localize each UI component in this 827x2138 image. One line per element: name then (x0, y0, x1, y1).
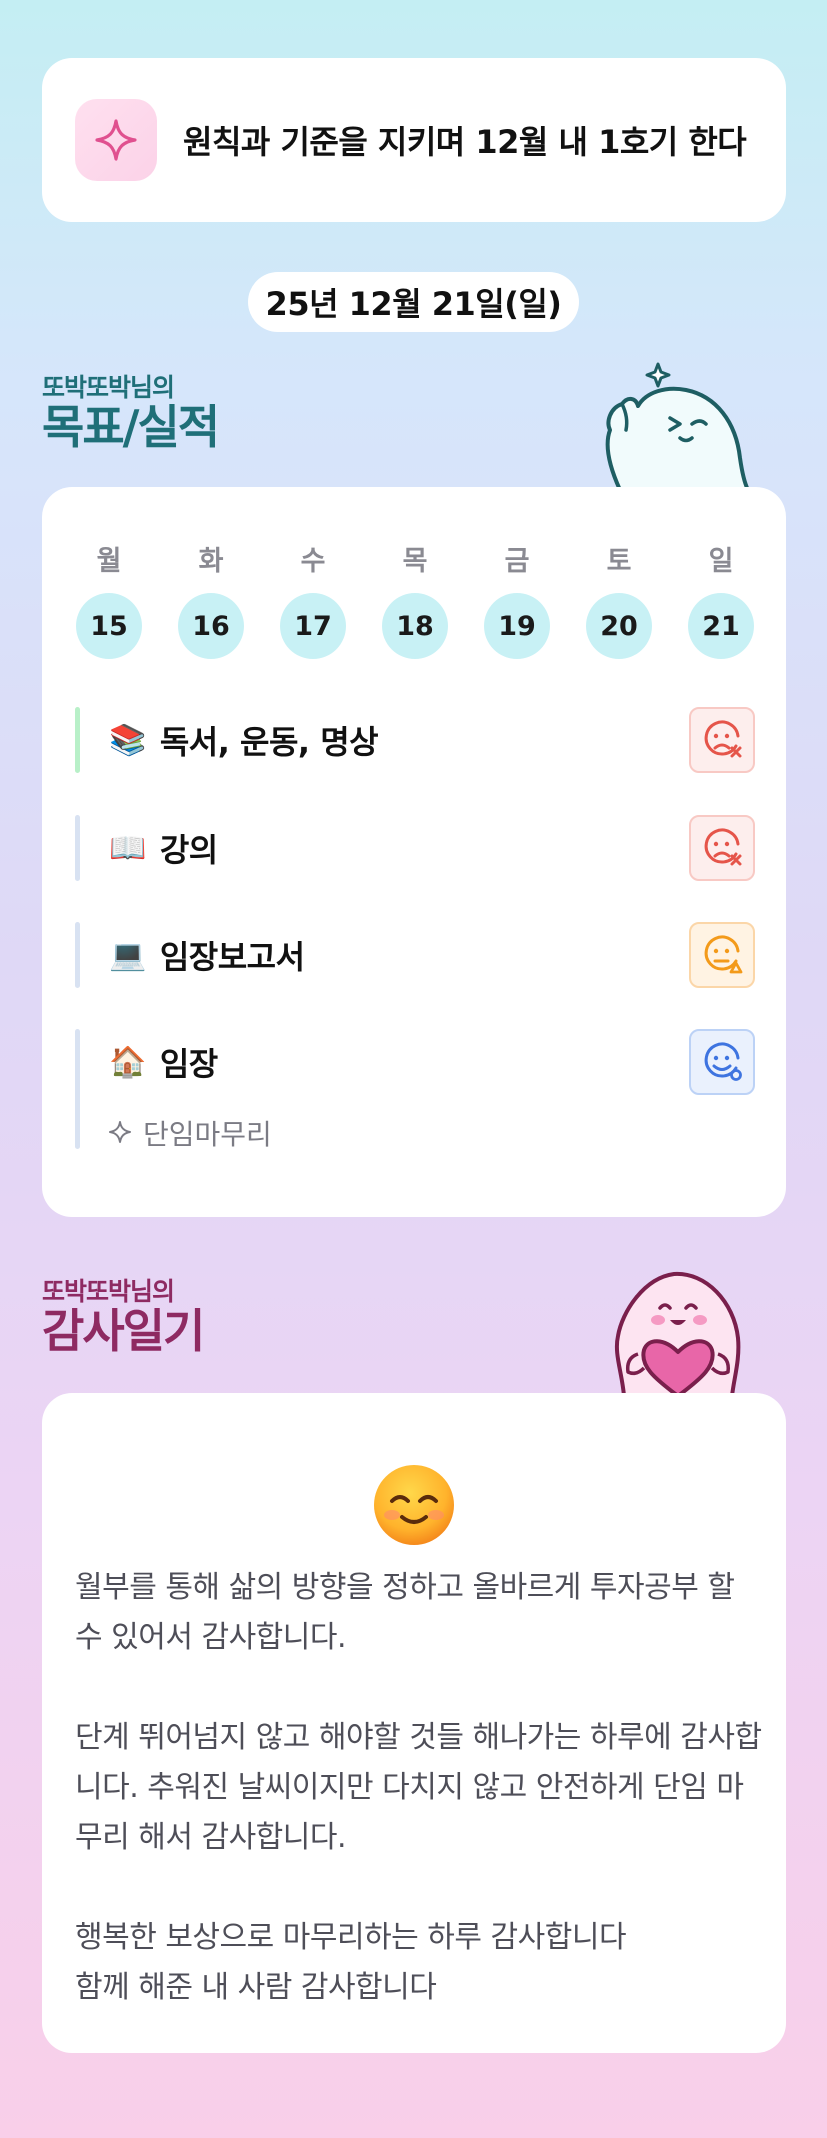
goals-title-main: 목표/실적 (42, 400, 220, 454)
day-mon[interactable]: 월 15 (75, 539, 143, 659)
goals-card: 월 15 화 16 수 17 목 18 금 19 토 20 일 21 📚 독서,… (42, 487, 786, 1217)
house-icon: 🏠 (109, 1044, 146, 1080)
day-label: 금 (504, 546, 530, 577)
goal-item-report[interactable]: 💻 임장보고서 (75, 922, 755, 988)
status-partial-icon[interactable] (689, 922, 755, 988)
day-date: 17 (280, 593, 346, 659)
diary-title-main: 감사일기 (42, 1304, 205, 1358)
blue-mascot-icon (596, 358, 756, 494)
goal-text: 원칙과 기준을 지키며 12월 내 1호기 한다 (183, 123, 747, 161)
day-label: 월 (96, 546, 122, 577)
goal-label: 임장 (159, 1045, 218, 1083)
goal-name: 📚 독서, 운동, 명상 (109, 707, 379, 773)
diary-title-owner: 또박또박님의 (42, 1277, 175, 1306)
week-calendar: 월 15 화 16 수 17 목 18 금 19 토 20 일 21 (75, 539, 755, 659)
day-wed[interactable]: 수 17 (279, 539, 347, 659)
day-sun[interactable]: 일 21 (687, 539, 755, 659)
day-date: 18 (382, 593, 448, 659)
goal-label: 임장보고서 (159, 938, 305, 976)
diary-section-title: 또박또박님의 감사일기 (42, 1277, 205, 1358)
sparkle-icon (75, 99, 157, 181)
day-label: 화 (198, 546, 224, 577)
diary-paragraph: 월부를 통해 삶의 방향을 정하고 올바르게 투자공부 할 수 있어서 감사합니… (75, 1570, 735, 1655)
day-label: 일 (708, 546, 734, 577)
day-date: 16 (178, 593, 244, 659)
day-date: 21 (688, 593, 754, 659)
status-success-icon[interactable] (689, 1029, 755, 1095)
books-icon: 📚 (109, 722, 146, 758)
status-fail-icon[interactable] (689, 815, 755, 881)
day-label: 토 (606, 546, 632, 577)
goal-item-reading[interactable]: 📚 독서, 운동, 명상 (75, 707, 755, 773)
diary-paragraph: 단계 뛰어넘지 않고 해야할 것들 해나가는 하루에 감사합니다. 추워진 날씨… (75, 1720, 762, 1855)
sparkle-outline-icon (109, 1121, 131, 1143)
day-date: 20 (586, 593, 652, 659)
goal-label: 강의 (159, 831, 218, 869)
diary-text: 월부를 통해 삶의 방향을 정하고 올바르게 투자공부 할 수 있어서 감사합니… (75, 1563, 765, 2013)
day-sat[interactable]: 토 20 (585, 539, 653, 659)
open-book-icon: 📖 (109, 830, 146, 866)
diary-card: 월부를 통해 삶의 방향을 정하고 올바르게 투자공부 할 수 있어서 감사합니… (42, 1393, 786, 2053)
day-date: 15 (76, 593, 142, 659)
goal-item-lecture[interactable]: 📖 강의 (75, 815, 755, 881)
goal-bar (75, 922, 80, 988)
goal-bar (75, 1029, 80, 1149)
goal-bar (75, 707, 80, 773)
day-label: 목 (402, 546, 428, 577)
pink-mascot-icon (594, 1262, 764, 1400)
date-pill[interactable]: 25년 12월 21일(일) (248, 272, 579, 332)
smiling-face-icon (372, 1463, 456, 1547)
day-label: 수 (300, 546, 326, 577)
goal-note-text: 단임마무리 (143, 1118, 272, 1151)
day-tue[interactable]: 화 16 (177, 539, 245, 659)
goal-name: 📖 강의 (109, 815, 218, 881)
goals-section-title: 또박또박님의 목표/실적 (42, 373, 220, 454)
goal-note: 단임마무리 (107, 1113, 272, 1153)
goals-title-owner: 또박또박님의 (42, 373, 175, 402)
goal-name: 🏠 임장 (109, 1029, 218, 1095)
day-thu[interactable]: 목 18 (381, 539, 449, 659)
goal-name: 💻 임장보고서 (109, 922, 305, 988)
diary-paragraph: 행복한 보상으로 마무리하는 하루 감사합니다 함께 해준 내 사람 감사합니다 (75, 1920, 627, 2005)
goal-item-site-visit[interactable]: 🏠 임장 단임마무리 (75, 1029, 755, 1151)
status-fail-icon[interactable] (689, 707, 755, 773)
day-date: 19 (484, 593, 550, 659)
laptop-icon: 💻 (109, 937, 146, 973)
goal-bar (75, 815, 80, 881)
day-fri[interactable]: 금 19 (483, 539, 551, 659)
goal-label: 독서, 운동, 명상 (159, 723, 379, 761)
goal-card: 원칙과 기준을 지키며 12월 내 1호기 한다 (42, 58, 786, 222)
